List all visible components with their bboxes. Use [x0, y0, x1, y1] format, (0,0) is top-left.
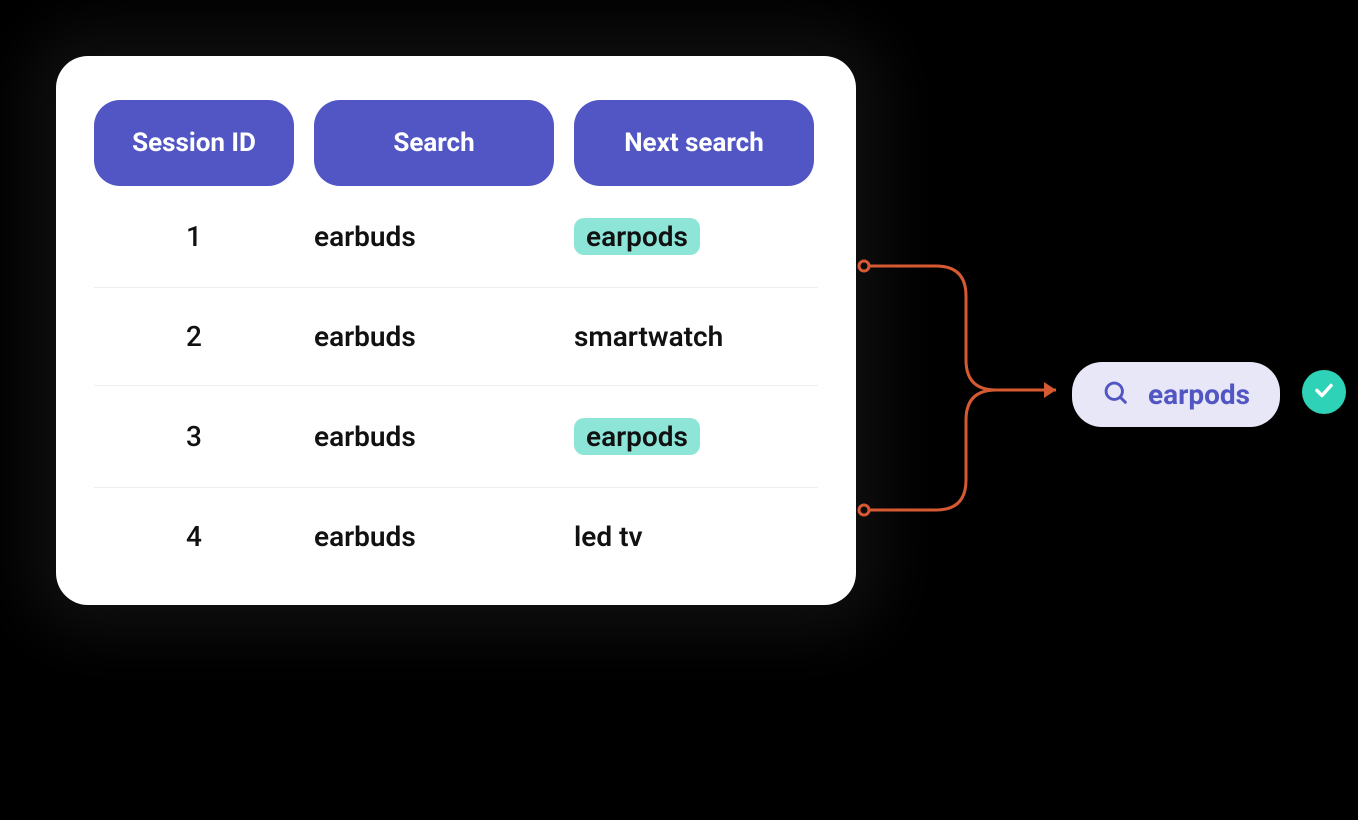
table-row: 2 earbuds smartwatch [94, 288, 818, 386]
search-icon [1102, 379, 1130, 411]
header-next-search: Next search [574, 100, 814, 186]
cell-next-search: earpods [574, 218, 814, 255]
next-value: smartwatch [574, 320, 723, 353]
table-row: 4 earbuds led tv [94, 488, 818, 585]
session-table-card: Session ID Search Next search 1 earbuds … [56, 56, 856, 605]
cell-next-search: earpods [574, 418, 814, 455]
connector-bracket [856, 240, 1076, 540]
cell-search: earbuds [314, 320, 554, 353]
header-search: Search [314, 100, 554, 186]
cell-session-id: 4 [94, 520, 294, 553]
next-value: led tv [574, 520, 643, 553]
cell-search: earbuds [314, 420, 554, 453]
cell-session-id: 3 [94, 420, 294, 453]
table-header-row: Session ID Search Next search [94, 100, 818, 186]
result-label: earpods [1148, 378, 1250, 411]
check-badge [1302, 370, 1346, 414]
table-row: 3 earbuds earpods [94, 386, 818, 488]
cell-search: earbuds [314, 220, 554, 253]
cell-session-id: 1 [94, 220, 294, 253]
cell-next-search: led tv [574, 520, 814, 553]
highlight-pill: earpods [574, 218, 700, 255]
cell-session-id: 2 [94, 320, 294, 353]
cell-next-search: smartwatch [574, 320, 814, 353]
check-icon [1312, 378, 1336, 406]
table-row: 1 earbuds earpods [94, 186, 818, 288]
cell-search: earbuds [314, 520, 554, 553]
highlight-pill: earpods [574, 418, 700, 455]
result-pill: earpods [1072, 362, 1280, 427]
header-session-id: Session ID [94, 100, 294, 186]
